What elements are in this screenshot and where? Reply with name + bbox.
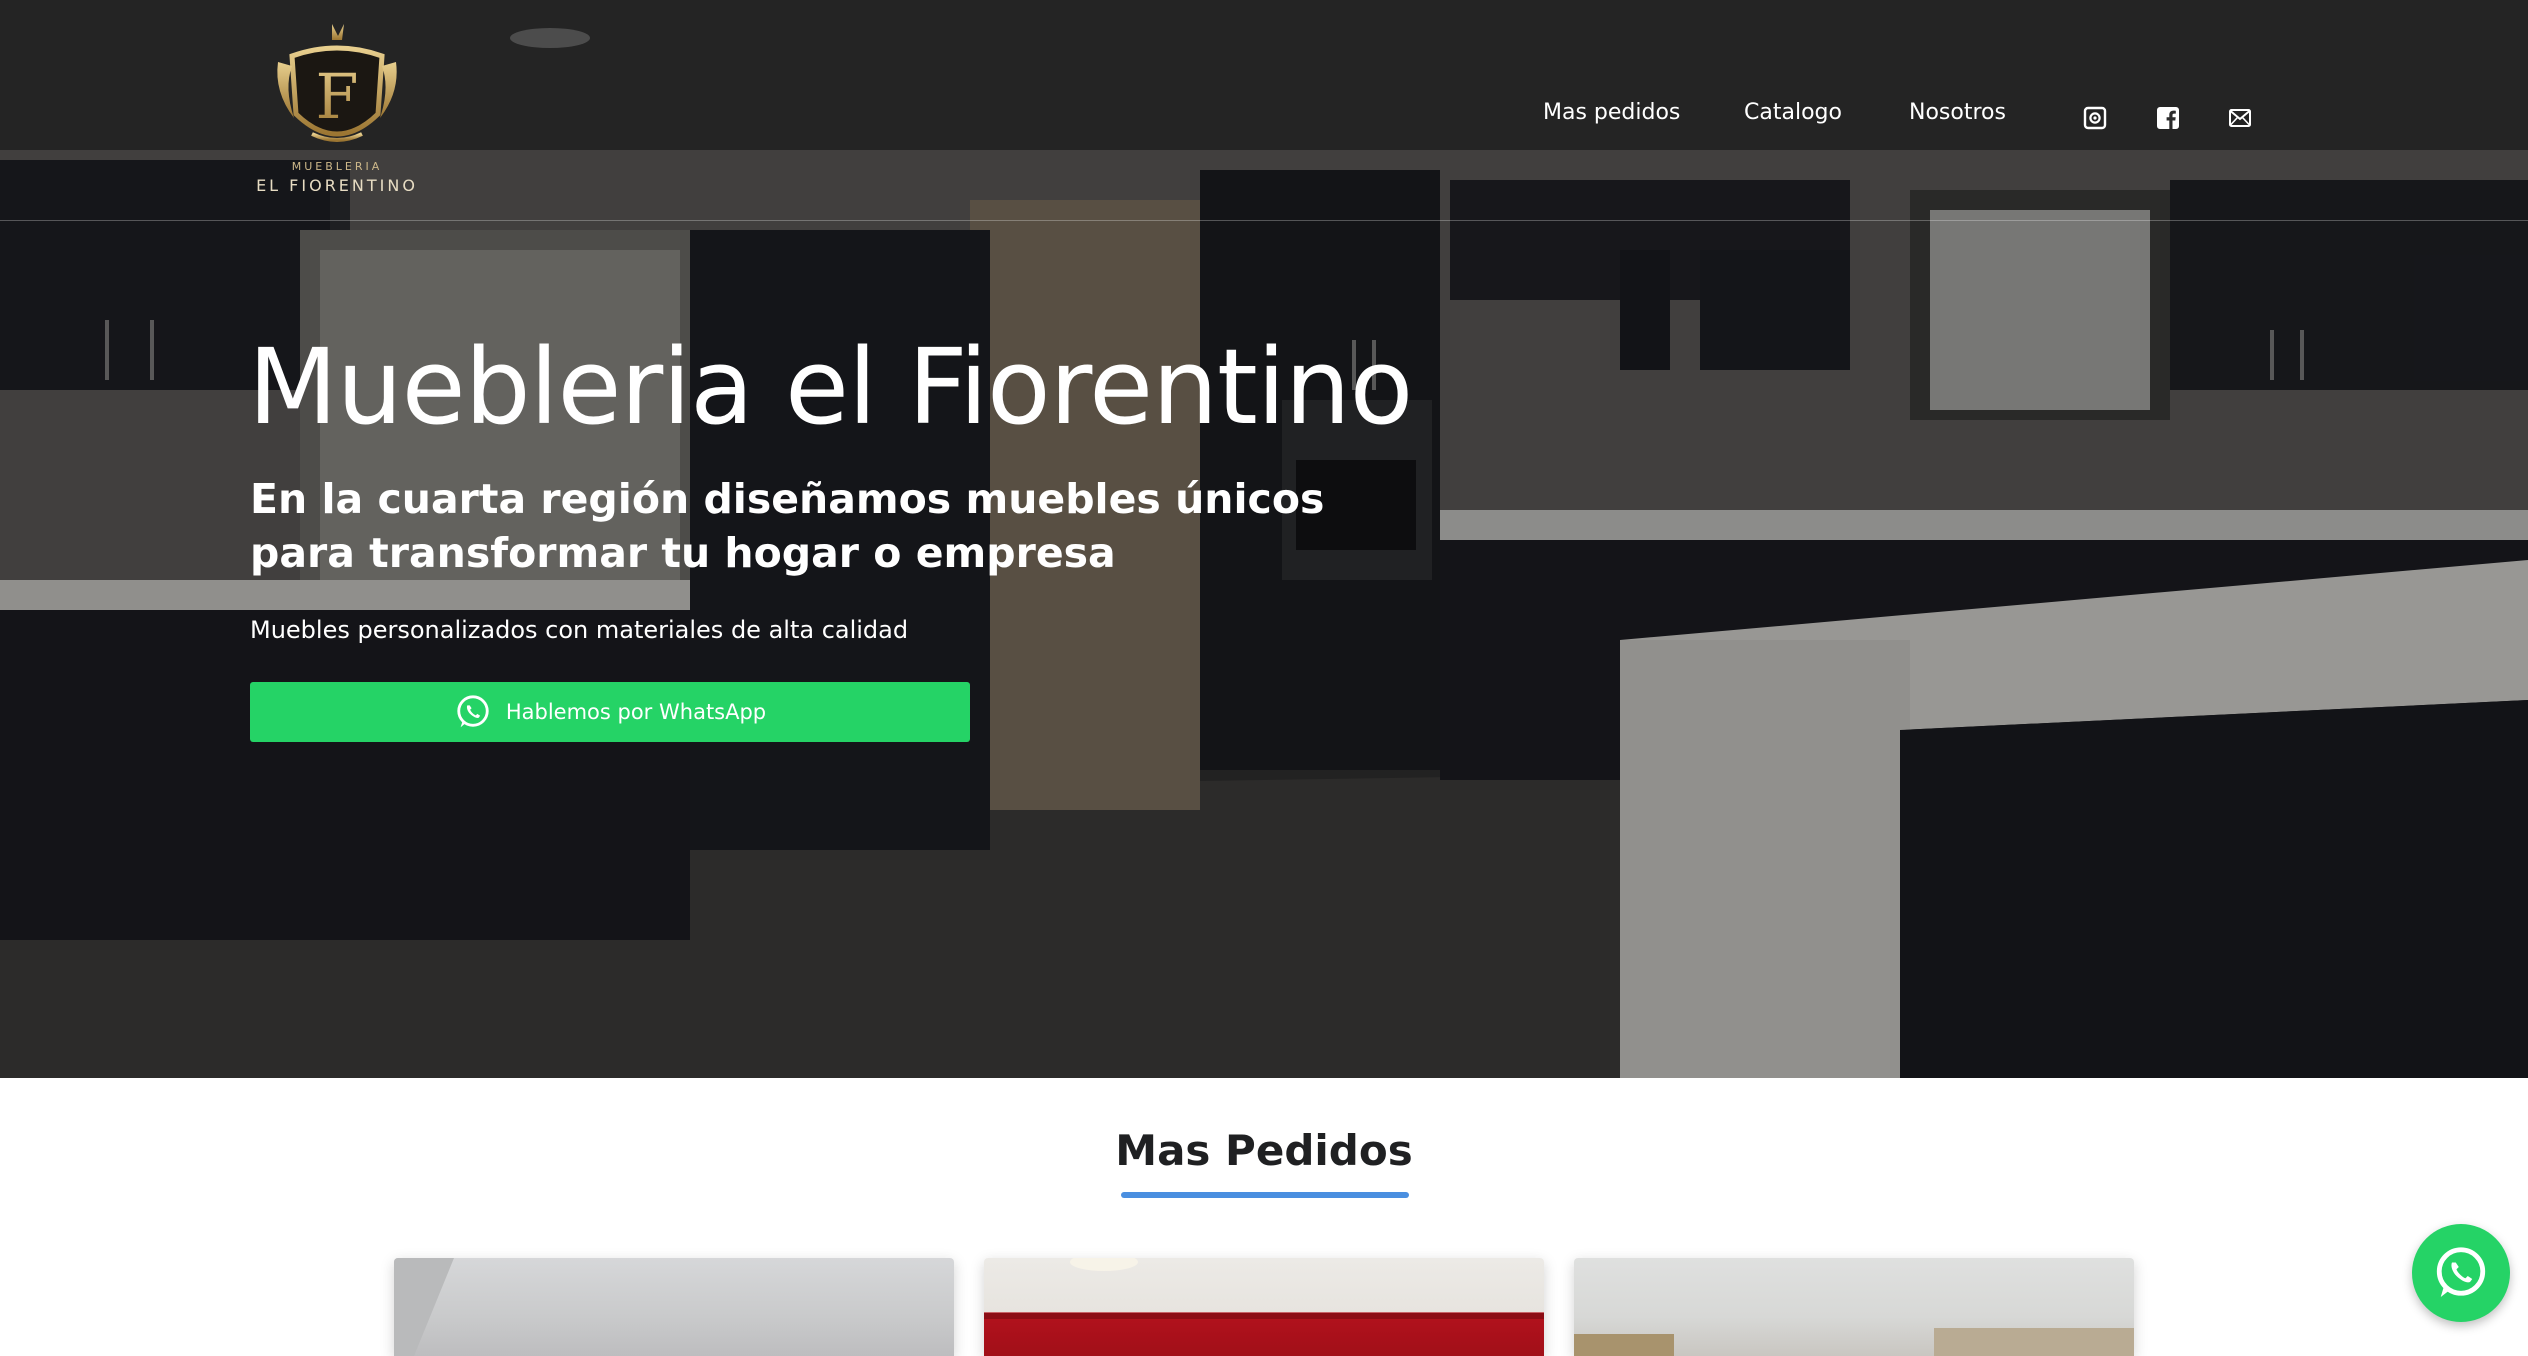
nav-link-mas-pedidos[interactable]: Mas pedidos	[1543, 100, 1680, 125]
logo-text-small: MUEBLERIA	[291, 160, 383, 173]
top-navigation: F MUEBLERIA EL FIORENTINO Mas pedidos Ca…	[0, 0, 2528, 221]
mail-icon[interactable]	[2228, 106, 2252, 130]
product-image	[984, 1258, 1544, 1319]
instagram-icon[interactable]	[2083, 106, 2107, 130]
svg-text:F: F	[315, 60, 358, 133]
product-image	[1574, 1328, 2134, 1356]
whatsapp-cta-label: Hablemos por WhatsApp	[505, 700, 767, 724]
whatsapp-icon	[2436, 1247, 2486, 1297]
section-title: Mas Pedidos	[1115, 1126, 1413, 1175]
product-card[interactable]	[1574, 1258, 2134, 1356]
whatsapp-icon	[457, 695, 489, 728]
floating-whatsapp-button[interactable]	[2412, 1224, 2510, 1322]
product-card[interactable]	[394, 1258, 954, 1356]
hero-subtitle: En la cuarta región diseñamos muebles ún…	[250, 475, 1325, 577]
nav-link-nosotros[interactable]: Nosotros	[1909, 100, 2006, 125]
hero-tagline: Muebles personalizados con materiales de…	[250, 616, 909, 644]
product-card[interactable]	[984, 1258, 1544, 1356]
nav-link-catalogo[interactable]: Catalogo	[1744, 100, 1842, 125]
crest-icon: F	[277, 24, 397, 142]
whatsapp-cta-button[interactable]: Hablemos por WhatsApp	[250, 682, 970, 742]
logo-text-name: EL FIORENTINO	[256, 176, 418, 195]
product-image	[394, 1258, 454, 1356]
hero-title: Muebleria el Fiorentino	[248, 326, 1413, 448]
facebook-icon[interactable]	[2156, 106, 2180, 130]
section-title-underline	[1121, 1192, 1409, 1198]
brand-logo[interactable]: F MUEBLERIA EL FIORENTINO	[256, 22, 415, 200]
